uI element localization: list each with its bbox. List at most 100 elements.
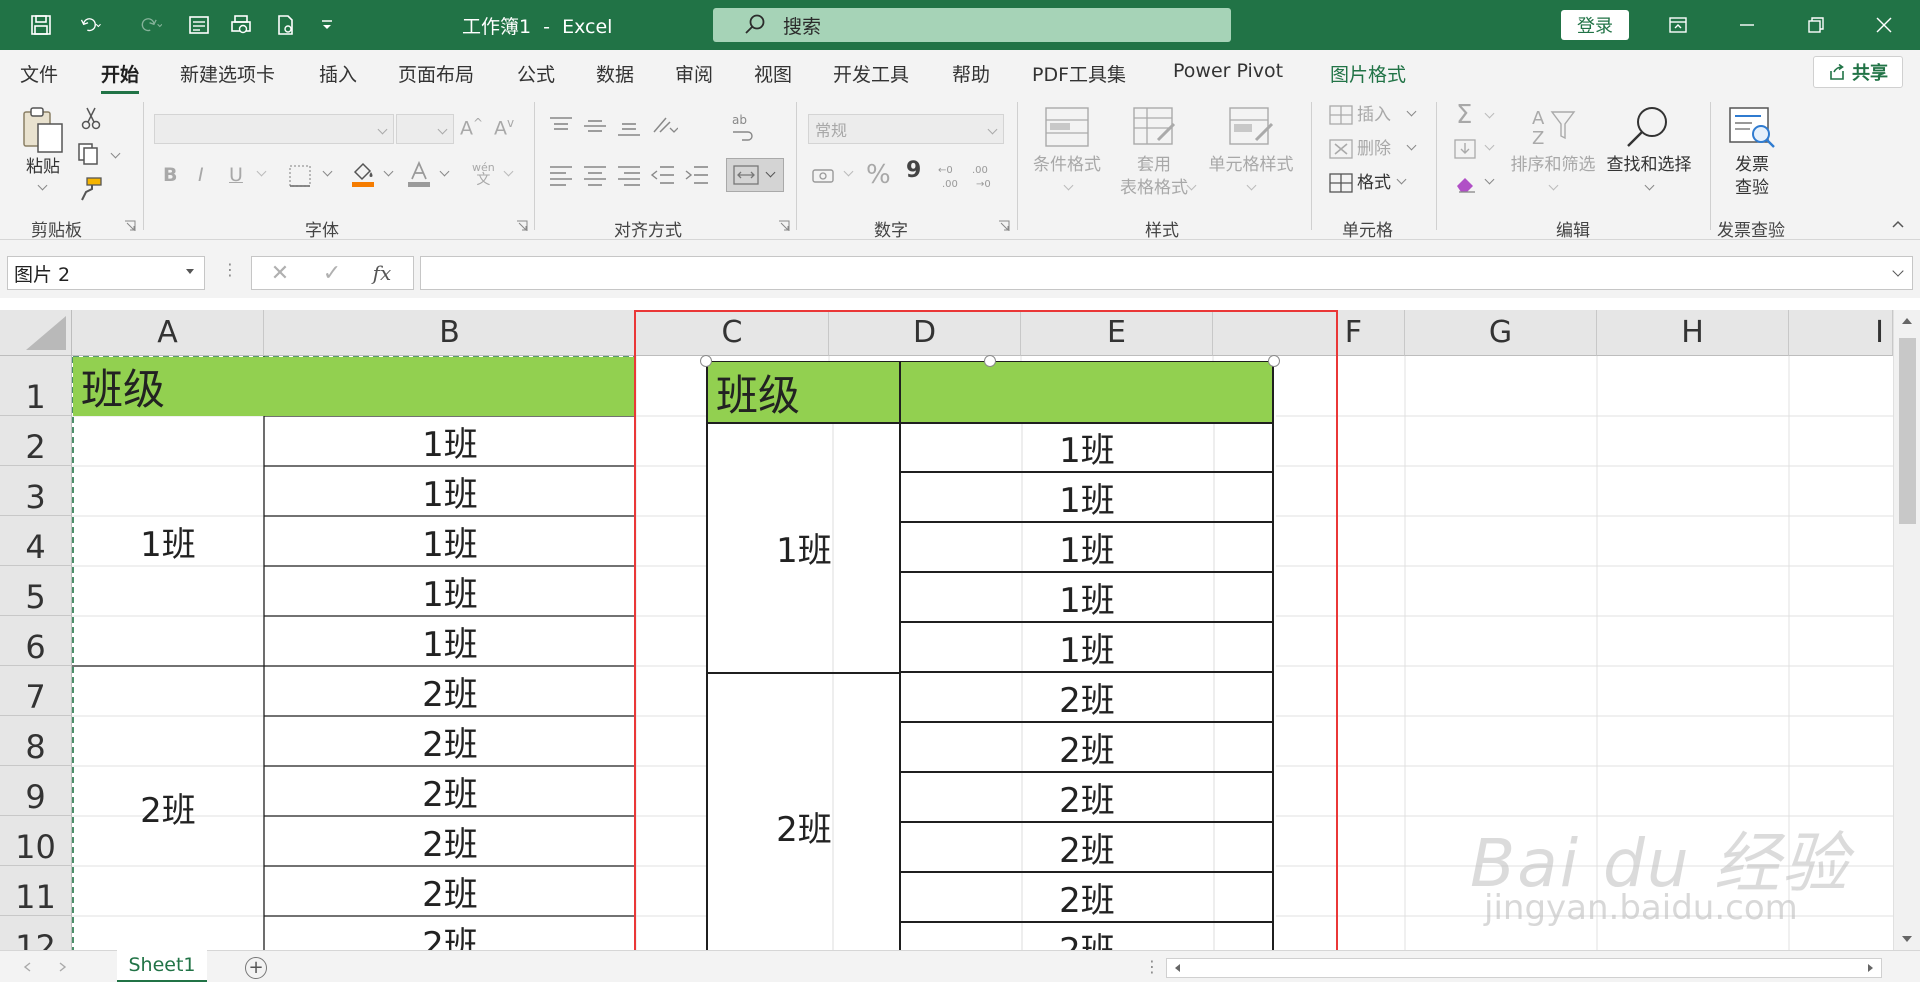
horizontal-scrollbar[interactable] bbox=[1166, 958, 1882, 978]
find-select-button[interactable]: 查找和选择 bbox=[1602, 154, 1696, 177]
sort-filter-button[interactable]: 排序和筛选 bbox=[1506, 154, 1600, 177]
autosum-dropdown[interactable] bbox=[1484, 108, 1495, 119]
scroll-down-icon[interactable] bbox=[1902, 936, 1912, 942]
tab-review[interactable]: 审阅 bbox=[675, 60, 713, 87]
class-cell[interactable]: 2班 bbox=[265, 717, 635, 766]
row-header[interactable]: 12 bbox=[0, 916, 72, 950]
form-icon[interactable] bbox=[182, 9, 216, 41]
fill-color-icon[interactable] bbox=[350, 160, 376, 188]
increase-indent-icon[interactable] bbox=[684, 164, 710, 186]
font-color-dropdown[interactable] bbox=[439, 166, 450, 177]
row-header[interactable]: 1 bbox=[0, 356, 72, 416]
underline-dropdown[interactable] bbox=[256, 166, 267, 177]
class-cell[interactable]: 1班 bbox=[265, 467, 635, 516]
format-cells-button[interactable]: 格式 bbox=[1357, 172, 1391, 195]
tab-power-pivot[interactable]: Power Pivot bbox=[1173, 60, 1283, 82]
table-header-cell[interactable]: 班级 bbox=[73, 357, 635, 416]
share-button[interactable]: 共享 bbox=[1813, 56, 1903, 88]
decrease-font-icon[interactable]: Av bbox=[494, 116, 514, 139]
restore-icon[interactable] bbox=[1796, 8, 1836, 42]
currency-format-icon[interactable] bbox=[810, 164, 838, 188]
font-color-icon[interactable] bbox=[406, 160, 432, 188]
format-painter-icon[interactable] bbox=[78, 176, 104, 202]
align-left-icon[interactable] bbox=[548, 164, 574, 186]
row-header[interactable]: 2 bbox=[0, 416, 72, 466]
tab-home[interactable]: 开始 bbox=[101, 60, 140, 94]
merged-class-cell[interactable]: 1班 bbox=[73, 417, 263, 666]
prev-sheet-icon[interactable] bbox=[22, 961, 34, 973]
delete-cells-icon[interactable] bbox=[1328, 138, 1354, 160]
confirm-entry-button[interactable]: ✓ bbox=[320, 261, 344, 286]
clear-dropdown[interactable] bbox=[1484, 174, 1495, 185]
scroll-right-icon[interactable] bbox=[1865, 963, 1875, 973]
font-launcher-icon[interactable] bbox=[516, 220, 528, 232]
insert-cells-icon[interactable] bbox=[1328, 104, 1354, 126]
alignment-launcher-icon[interactable] bbox=[778, 220, 790, 232]
next-sheet-icon[interactable] bbox=[56, 961, 68, 973]
invoice-check-icon[interactable] bbox=[1728, 106, 1776, 150]
tab-file[interactable]: 文件 bbox=[20, 60, 58, 87]
phonetic-button[interactable]: wén 文 bbox=[472, 162, 495, 188]
border-icon[interactable] bbox=[288, 164, 312, 188]
split-handle[interactable]: ⋮ bbox=[1144, 957, 1160, 976]
row-header[interactable]: 7 bbox=[0, 666, 72, 716]
paste-icon[interactable] bbox=[20, 106, 66, 154]
sort-filter-dropdown[interactable] bbox=[1548, 180, 1559, 191]
cell-styles-button[interactable]: 单元格样式 bbox=[1204, 154, 1298, 177]
scroll-left-icon[interactable] bbox=[1173, 963, 1183, 973]
paste-dropdown[interactable] bbox=[37, 180, 48, 191]
login-button[interactable]: 登录 bbox=[1561, 10, 1629, 40]
invoice-check-button[interactable]: 发票 查验 bbox=[1720, 154, 1784, 200]
sort-filter-icon[interactable]: AZ bbox=[1530, 106, 1576, 148]
align-middle-icon[interactable] bbox=[582, 116, 608, 136]
redo-icon[interactable] bbox=[128, 9, 174, 41]
tab-developer[interactable]: 开发工具 bbox=[833, 60, 909, 87]
column-header[interactable]: G bbox=[1405, 310, 1597, 356]
italic-button[interactable]: I bbox=[198, 164, 204, 186]
formula-input[interactable] bbox=[420, 256, 1913, 290]
wrap-text-icon[interactable]: ab bbox=[730, 112, 756, 142]
border-dropdown[interactable] bbox=[322, 166, 333, 177]
tab-pdf-tools[interactable]: PDF工具集 bbox=[1032, 60, 1126, 87]
collapse-ribbon-icon[interactable] bbox=[1892, 218, 1904, 230]
save-icon[interactable] bbox=[24, 9, 58, 41]
row-header[interactable]: 10 bbox=[0, 816, 72, 866]
align-right-icon[interactable] bbox=[616, 164, 642, 186]
insert-cells-dropdown[interactable] bbox=[1406, 106, 1417, 117]
resize-handle[interactable] bbox=[1268, 355, 1280, 367]
name-box[interactable]: 图片 2 bbox=[7, 256, 205, 290]
resize-handle[interactable] bbox=[700, 355, 712, 367]
row-header[interactable]: 3 bbox=[0, 466, 72, 516]
sheet-tab-sheet1[interactable]: Sheet1 bbox=[117, 950, 207, 982]
formula-bar-handle[interactable]: ⋮ bbox=[222, 260, 238, 279]
class-cell[interactable]: 2班 bbox=[265, 867, 635, 916]
percent-button[interactable]: % bbox=[866, 160, 891, 190]
ribbon-display-options-icon[interactable] bbox=[1658, 8, 1698, 42]
customize-toolbar-icon[interactable] bbox=[312, 9, 342, 41]
cancel-entry-button[interactable]: ✕ bbox=[268, 261, 292, 286]
tab-new[interactable]: 新建选项卡 bbox=[180, 60, 275, 87]
add-sheet-icon[interactable]: + bbox=[245, 957, 267, 979]
worksheet-grid[interactable]: A B C D E F G H I 1 2 3 4 5 6 7 8 9 10 1… bbox=[0, 310, 1920, 950]
class-cell[interactable]: 1班 bbox=[265, 617, 635, 666]
class-cell[interactable]: 1班 bbox=[265, 567, 635, 616]
class-cell[interactable]: 2班 bbox=[265, 767, 635, 816]
find-select-icon[interactable] bbox=[1624, 104, 1672, 150]
copy-dropdown[interactable] bbox=[110, 148, 121, 159]
format-as-table-icon[interactable] bbox=[1132, 106, 1178, 148]
find-select-dropdown[interactable] bbox=[1644, 180, 1655, 191]
resize-handle[interactable] bbox=[984, 355, 996, 367]
merge-center-dropdown[interactable] bbox=[765, 167, 776, 178]
format-cells-icon[interactable] bbox=[1328, 172, 1354, 194]
class-cell[interactable]: 2班 bbox=[265, 667, 635, 716]
column-header[interactable]: A bbox=[72, 310, 264, 356]
select-all-corner[interactable] bbox=[0, 310, 72, 356]
align-top-icon[interactable] bbox=[548, 116, 574, 136]
cell-styles-icon[interactable] bbox=[1228, 106, 1274, 148]
scroll-up-icon[interactable] bbox=[1902, 318, 1912, 324]
class-cell[interactable]: 1班 bbox=[265, 417, 635, 466]
delete-cells-button[interactable]: 删除 bbox=[1357, 138, 1391, 161]
undo-icon[interactable] bbox=[68, 9, 114, 41]
cut-icon[interactable] bbox=[80, 106, 102, 130]
decrease-indent-icon[interactable] bbox=[650, 164, 676, 186]
